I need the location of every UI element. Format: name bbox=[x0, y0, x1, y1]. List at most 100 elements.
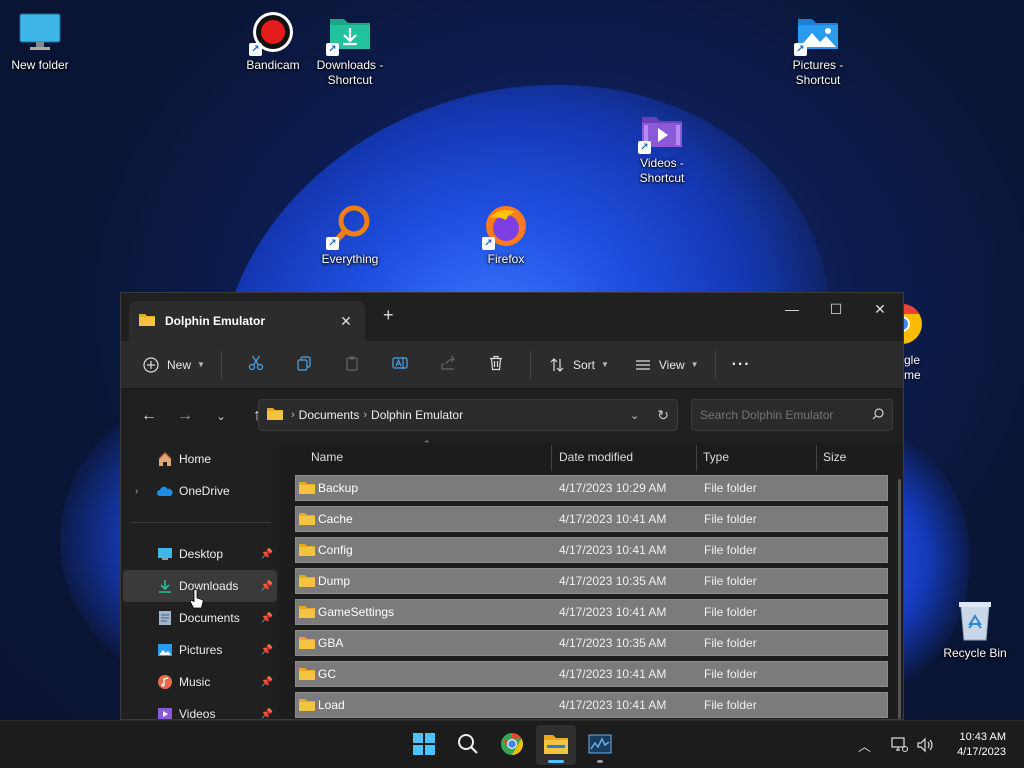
taskbar-chrome[interactable] bbox=[492, 725, 532, 765]
vertical-scrollbar[interactable] bbox=[898, 479, 901, 719]
pin-icon[interactable]: 📌 bbox=[261, 581, 273, 592]
file-date-modified: 4/17/2023 10:41 AM bbox=[559, 543, 667, 557]
maximize-button[interactable]: ☐ bbox=[813, 293, 859, 325]
cloud-icon bbox=[157, 483, 173, 499]
file-type: File folder bbox=[704, 574, 757, 588]
desktop-icon-videos-shortcut[interactable]: ↗ Videos - Shortcut bbox=[622, 108, 702, 186]
tab-title: Dolphin Emulator bbox=[165, 314, 265, 328]
sidebar-item-pictures[interactable]: Pictures 📌 bbox=[123, 634, 277, 666]
pin-icon[interactable]: 📌 bbox=[261, 709, 273, 720]
paste-button[interactable] bbox=[328, 349, 376, 381]
column-header-date-modified[interactable]: Date modified bbox=[559, 443, 633, 471]
search-input[interactable] bbox=[700, 408, 872, 422]
taskbar-file-explorer[interactable] bbox=[536, 725, 576, 765]
desktop-icon-pictures-shortcut[interactable]: ↗ Pictures - Shortcut bbox=[778, 10, 858, 88]
rename-button[interactable] bbox=[376, 349, 424, 381]
file-row[interactable]: Cache 4/17/2023 10:41 AM File folder bbox=[295, 506, 888, 532]
delete-button[interactable] bbox=[472, 349, 520, 381]
file-type: File folder bbox=[704, 698, 757, 712]
firefox-icon: ↗ bbox=[482, 204, 528, 250]
volume-icon[interactable] bbox=[916, 721, 934, 768]
tab-dolphin-emulator[interactable]: Dolphin Emulator ✕ bbox=[129, 301, 365, 341]
column-header-type[interactable]: Type bbox=[703, 443, 729, 471]
forward-button[interactable]: → bbox=[169, 400, 201, 432]
share-button[interactable] bbox=[424, 349, 472, 381]
file-row[interactable]: GC 4/17/2023 10:41 AM File folder bbox=[295, 661, 888, 687]
sidebar-item-label: Downloads bbox=[179, 579, 239, 593]
task-manager-icon bbox=[588, 733, 612, 758]
new-button[interactable]: New ▼ bbox=[135, 349, 211, 381]
show-hidden-icons-button[interactable]: ︿ bbox=[858, 721, 871, 768]
desktop-icon-everything[interactable]: ↗ Everything bbox=[310, 204, 390, 267]
search-button[interactable] bbox=[448, 725, 488, 765]
desktop-icon-recycle-bin[interactable]: Recycle Bin bbox=[935, 598, 1015, 661]
column-divider[interactable] bbox=[551, 445, 552, 471]
file-row[interactable]: GBA 4/17/2023 10:35 AM File folder bbox=[295, 630, 888, 656]
file-date-modified: 4/17/2023 10:41 AM bbox=[559, 667, 667, 681]
videos-folder-icon: ↗ bbox=[638, 108, 684, 154]
search-icon bbox=[872, 407, 884, 423]
back-button[interactable]: ← bbox=[133, 400, 165, 432]
column-divider[interactable] bbox=[816, 445, 817, 471]
sort-button[interactable]: Sort ▼ bbox=[541, 349, 615, 381]
shortcut-arrow-icon: ↗ bbox=[326, 237, 339, 250]
cut-button[interactable] bbox=[232, 349, 280, 381]
desktop-icon-bandicam[interactable]: ↗ Bandicam bbox=[233, 10, 313, 73]
desktop-icon-firefox[interactable]: ↗ Firefox bbox=[466, 204, 546, 267]
taskbar-task-manager[interactable] bbox=[580, 725, 620, 765]
title-bar[interactable]: Dolphin Emulator ✕ + — ☐ ✕ bbox=[121, 293, 903, 341]
address-bar[interactable]: › Documents › Dolphin Emulator ⌄ ↻ bbox=[258, 399, 678, 431]
desktop-icon-label-partial: gle me bbox=[904, 353, 921, 382]
close-window-button[interactable]: ✕ bbox=[857, 293, 903, 325]
file-row[interactable]: Backup 4/17/2023 10:29 AM File folder bbox=[295, 475, 888, 501]
new-tab-button[interactable]: + bbox=[383, 305, 394, 326]
file-date-modified: 4/17/2023 10:41 AM bbox=[559, 605, 667, 619]
minimize-button[interactable]: — bbox=[769, 293, 815, 325]
copy-button[interactable] bbox=[280, 349, 328, 381]
document-icon bbox=[157, 610, 173, 626]
file-row[interactable]: Load 4/17/2023 10:41 AM File folder bbox=[295, 692, 888, 718]
new-button-label: New bbox=[167, 357, 192, 372]
recent-locations-button[interactable]: ⌄ bbox=[205, 400, 237, 432]
file-explorer-window[interactable]: Dolphin Emulator ✕ + — ☐ ✕ New ▼ Sort ▼ … bbox=[120, 292, 904, 720]
desktop-icon-new-folder[interactable]: New folder bbox=[0, 10, 80, 73]
running-indicator bbox=[597, 760, 603, 763]
chevron-up-icon: ︿ bbox=[858, 738, 872, 754]
refresh-icon[interactable]: ↻ bbox=[657, 407, 669, 424]
sidebar-item-home[interactable]: Home bbox=[123, 443, 277, 475]
sidebar-item-onedrive[interactable]: › OneDrive bbox=[123, 475, 277, 507]
view-button[interactable]: View ▼ bbox=[627, 349, 705, 381]
file-type: File folder bbox=[704, 512, 757, 526]
address-dropdown-icon[interactable]: ⌄ bbox=[630, 409, 639, 422]
breadcrumb-documents[interactable]: Documents bbox=[299, 408, 360, 422]
breadcrumb-dolphin-emulator[interactable]: Dolphin Emulator bbox=[371, 408, 463, 422]
desktop-icon-label: Videos - Shortcut bbox=[639, 156, 685, 185]
pin-icon[interactable]: 📌 bbox=[261, 677, 273, 688]
sidebar-item-desktop[interactable]: Desktop 📌 bbox=[123, 538, 277, 570]
desktop-icon-downloads-shortcut[interactable]: ↗ Downloads - Shortcut bbox=[310, 10, 390, 88]
sidebar-item-videos[interactable]: Videos 📌 bbox=[123, 698, 277, 720]
view-list-icon bbox=[633, 355, 653, 375]
clock[interactable]: 10:43 AM 4/17/2023 bbox=[957, 730, 1006, 760]
pin-icon[interactable]: 📌 bbox=[261, 549, 273, 560]
sidebar-item-music[interactable]: Music 📌 bbox=[123, 666, 277, 698]
file-row[interactable]: Config 4/17/2023 10:41 AM File folder bbox=[295, 537, 888, 563]
file-row[interactable]: Dump 4/17/2023 10:35 AM File folder bbox=[295, 568, 888, 594]
column-header-size[interactable]: Size bbox=[823, 443, 846, 471]
file-type: File folder bbox=[704, 605, 757, 619]
column-header-name[interactable]: Name bbox=[311, 443, 343, 471]
search-box[interactable] bbox=[691, 399, 893, 431]
breadcrumb-separator: › bbox=[291, 409, 295, 421]
pin-icon[interactable]: 📌 bbox=[261, 613, 273, 624]
monitor-icon bbox=[18, 10, 62, 54]
chevron-right-icon[interactable]: › bbox=[135, 486, 138, 497]
close-tab-icon[interactable]: ✕ bbox=[337, 313, 355, 330]
desktop-icon bbox=[157, 546, 173, 562]
toolbar-divider bbox=[714, 350, 716, 379]
file-row[interactable]: GameSettings 4/17/2023 10:41 AM File folde… bbox=[295, 599, 888, 625]
column-divider[interactable] bbox=[696, 445, 697, 471]
pin-icon[interactable]: 📌 bbox=[261, 645, 273, 656]
more-options-button[interactable]: ··· bbox=[726, 349, 757, 381]
start-button[interactable] bbox=[404, 725, 444, 765]
network-icon[interactable] bbox=[890, 721, 908, 768]
